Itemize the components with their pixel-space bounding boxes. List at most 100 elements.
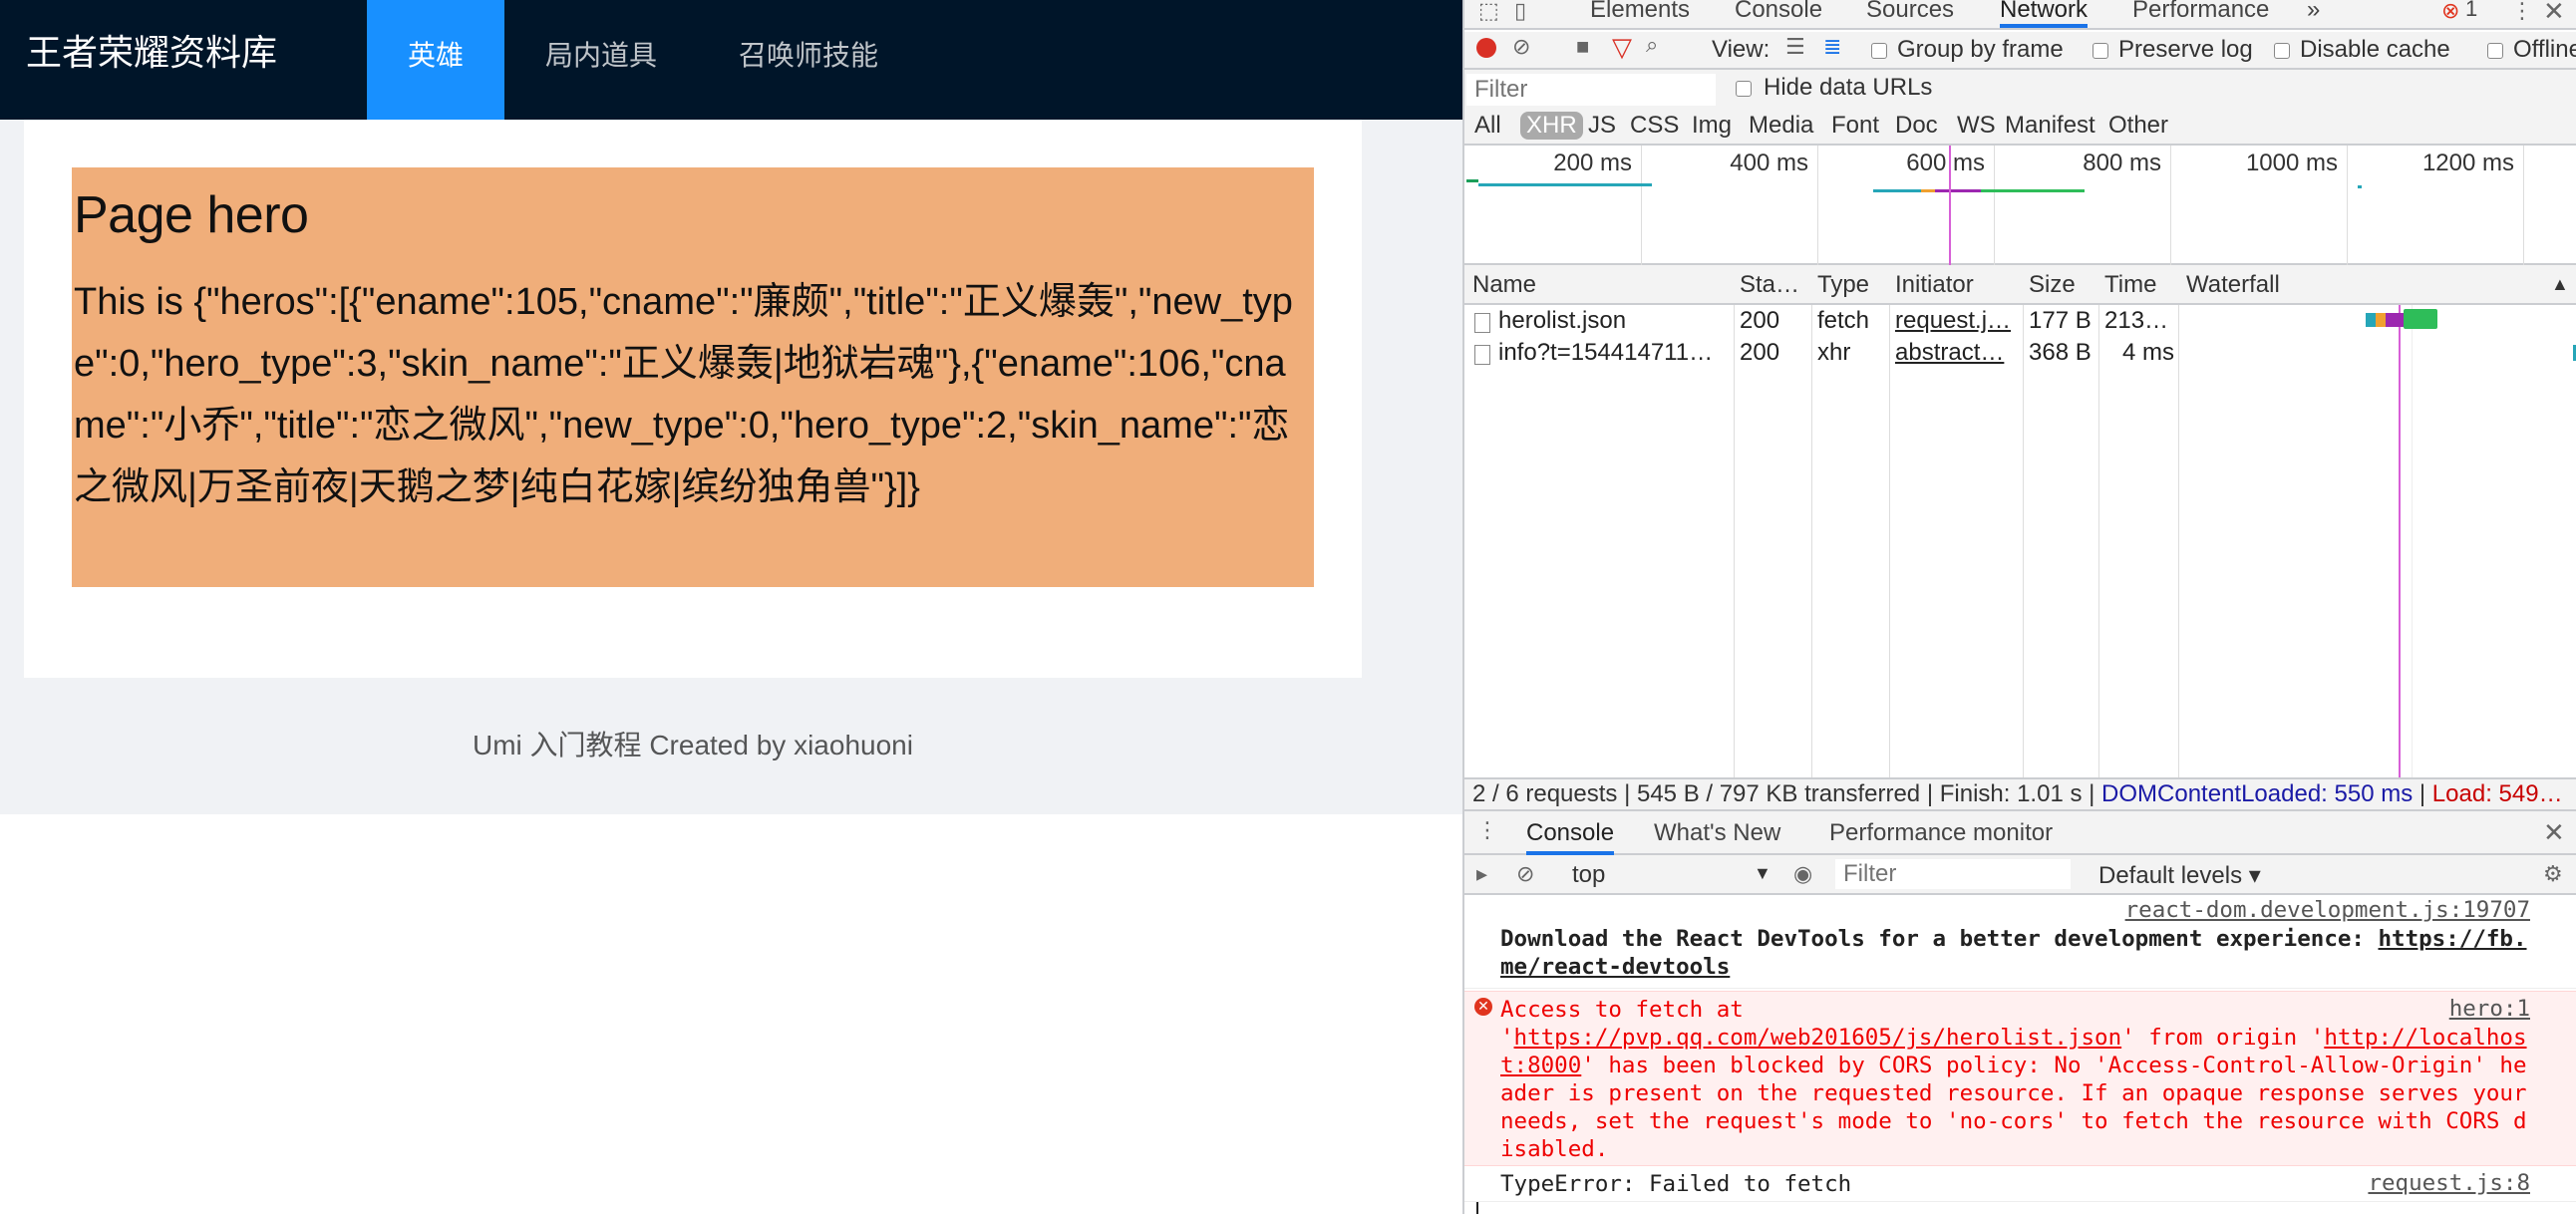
drawer-menu-icon[interactable]: ⋮	[1476, 817, 1498, 843]
footer-text: Umi 入门教程 Created by xiaohuoni	[473, 730, 913, 760]
type-filter-js[interactable]: JS	[1588, 112, 1616, 140]
type-filter-font[interactable]: Font	[1831, 112, 1879, 140]
console-settings-gear-icon[interactable]: ⚙	[2543, 861, 2563, 887]
tab-elements[interactable]: Elements	[1590, 0, 1690, 24]
console-prompt-caret[interactable]	[1476, 1202, 1478, 1214]
nav-item-heroes[interactable]: 英雄	[367, 0, 505, 120]
overview-bar	[1466, 179, 1478, 182]
nav-item-summoner-skills[interactable]: 召唤师技能	[698, 0, 919, 120]
overview-bar	[1873, 189, 1921, 192]
column-header-name[interactable]: Name	[1472, 271, 1536, 299]
column-header-size[interactable]: Size	[2029, 271, 2076, 299]
record-icon[interactable]	[1476, 38, 1496, 58]
inspect-element-icon[interactable]: ⬚	[1478, 0, 1499, 24]
type-filter-media[interactable]: Media	[1749, 112, 1813, 140]
console-sidebar-icon[interactable]: ▸	[1476, 861, 1487, 887]
drawer-tab-bar: ⋮ Console What's New Performance monitor…	[1464, 811, 2576, 855]
row-time: 4 ms	[2121, 339, 2174, 366]
waterfall-bar-waiting	[2386, 313, 2404, 327]
overview-tick	[1641, 146, 1642, 265]
more-tabs-icon[interactable]: »	[2307, 0, 2320, 24]
close-drawer-icon[interactable]: ✕	[2543, 817, 2565, 848]
row-name: info?t=154414711…	[1498, 339, 1714, 366]
document-icon	[1474, 313, 1490, 333]
column-header-waterfall[interactable]: Waterfall	[2186, 271, 2280, 299]
row-initiator-link[interactable]: request.j…	[1895, 305, 2017, 337]
overview-bar	[1981, 189, 2085, 192]
column-header-initiator[interactable]: Initiator	[1895, 271, 1974, 299]
context-selector[interactable]: top	[1572, 861, 1605, 889]
type-filter-xhr[interactable]: XHR	[1520, 112, 1583, 140]
network-toolbar: ⊘ ■ ▽ ⌕ View: ☰ ≣ Group by frame Preserv…	[1464, 32, 2576, 70]
group-by-frame-checkbox[interactable]	[1871, 43, 1887, 59]
console-filter-input[interactable]	[1835, 859, 2071, 889]
column-header-status[interactable]: Sta…	[1740, 271, 1799, 299]
console-message: TypeError: Failed to fetch request.js:8	[1464, 1166, 2576, 1202]
type-filter-css[interactable]: CSS	[1630, 112, 1679, 140]
drawer-tab-whats-new[interactable]: What's New	[1654, 819, 1780, 847]
column-header-time[interactable]: Time	[2104, 271, 2156, 299]
hide-data-urls-label: Hide data URLs	[1764, 74, 1933, 101]
type-filter-img[interactable]: Img	[1692, 112, 1732, 140]
clear-icon[interactable]: ⊘	[1512, 34, 1530, 60]
nav-item-items[interactable]: 局内道具	[504, 0, 698, 120]
preserve-log-label: Preserve log	[2118, 36, 2253, 63]
filter-icon[interactable]: ▽	[1612, 32, 1632, 63]
error-icon: ✕	[1474, 998, 1492, 1016]
overview-bar	[2358, 185, 2362, 188]
waterfall-view-icon[interactable]: ≣	[1823, 34, 1841, 60]
tab-sources[interactable]: Sources	[1866, 0, 1954, 24]
row-time: 213…	[2104, 307, 2169, 334]
message-source-link[interactable]: react-dom.development.js:19707	[2125, 897, 2530, 923]
close-devtools-icon[interactable]: ✕	[2543, 0, 2565, 27]
table-row[interactable]: herolist.json 200 fetch request.j… 177 B…	[1464, 305, 2576, 337]
overview-bar	[1935, 189, 1981, 192]
network-filter-input[interactable]	[1466, 74, 1716, 106]
dom-content-loaded-time: DOMContentLoaded: 550 ms	[2101, 780, 2414, 807]
tab-network[interactable]: Network	[2000, 0, 2089, 28]
device-toolbar-icon[interactable]: ▯	[1514, 0, 1526, 24]
row-status: 200	[1740, 339, 1780, 366]
tab-performance[interactable]: Performance	[2132, 0, 2269, 24]
type-filter-manifest[interactable]: Manifest	[2005, 112, 2095, 140]
row-initiator-link[interactable]: abstract…	[1895, 337, 2017, 369]
search-icon[interactable]: ⌕	[1646, 32, 1658, 58]
context-dropdown-icon[interactable]: ▼	[1754, 863, 1771, 884]
error-count[interactable]: 1	[2465, 0, 2477, 22]
overview-label: 200 ms	[1553, 150, 1632, 176]
live-expression-eye-icon[interactable]: ◉	[1793, 861, 1812, 887]
type-filter-all[interactable]: All	[1474, 112, 1501, 140]
header-bar: 王者荣耀资料库 英雄 局内道具 召唤师技能	[0, 0, 1462, 120]
offline-checkbox[interactable]	[2487, 43, 2503, 59]
disable-cache-checkbox[interactable]	[2274, 43, 2290, 59]
preserve-log-checkbox[interactable]	[2093, 43, 2108, 59]
network-overview[interactable]: 200 ms 400 ms 600 ms 800 ms 1000 ms 1200…	[1464, 146, 2576, 265]
message-source-link[interactable]: request.js:8	[2368, 1170, 2530, 1196]
load-time: Load: 549…	[2431, 780, 2563, 807]
hide-data-urls-checkbox[interactable]	[1736, 81, 1752, 97]
table-row[interactable]: info?t=154414711… 200 xhr abstract… 368 …	[1464, 337, 2576, 369]
overview-tick	[2347, 146, 2348, 265]
screenshot-camera-icon[interactable]: ■	[1576, 34, 1589, 60]
list-view-icon[interactable]: ☰	[1785, 34, 1805, 60]
error-count-icon[interactable]: ⊗	[2441, 0, 2459, 24]
console-clear-icon[interactable]: ⊘	[1516, 861, 1534, 887]
column-header-type[interactable]: Type	[1817, 271, 1869, 299]
overview-tick	[1817, 146, 1818, 265]
disable-cache-label: Disable cache	[2300, 36, 2450, 63]
row-size: 177 B	[2029, 307, 2092, 334]
kebab-menu-icon[interactable]: ⋮	[2511, 0, 2533, 24]
overview-label: 800 ms	[2083, 150, 2161, 176]
tab-console[interactable]: Console	[1735, 0, 1822, 24]
type-filter-other[interactable]: Other	[2108, 112, 2168, 140]
drawer-tab-console[interactable]: Console	[1526, 819, 1615, 855]
type-filter-ws[interactable]: WS	[1957, 112, 1996, 140]
error-url-link[interactable]: https://pvp.qq.com/web201605/js/herolist…	[1514, 1025, 2122, 1051]
waterfall-bar-download	[2404, 309, 2437, 329]
type-filter-doc[interactable]: Doc	[1895, 112, 1938, 140]
drawer-tab-performance-monitor[interactable]: Performance monitor	[1829, 819, 2053, 847]
sort-ascending-icon[interactable]: ▲	[2551, 274, 2569, 295]
document-icon	[1474, 345, 1490, 365]
log-levels-dropdown[interactable]: Default levels ▾	[2098, 861, 2261, 890]
hero-json-text: This is {"heros":[{"ename":105,"cname":"…	[74, 281, 1293, 508]
